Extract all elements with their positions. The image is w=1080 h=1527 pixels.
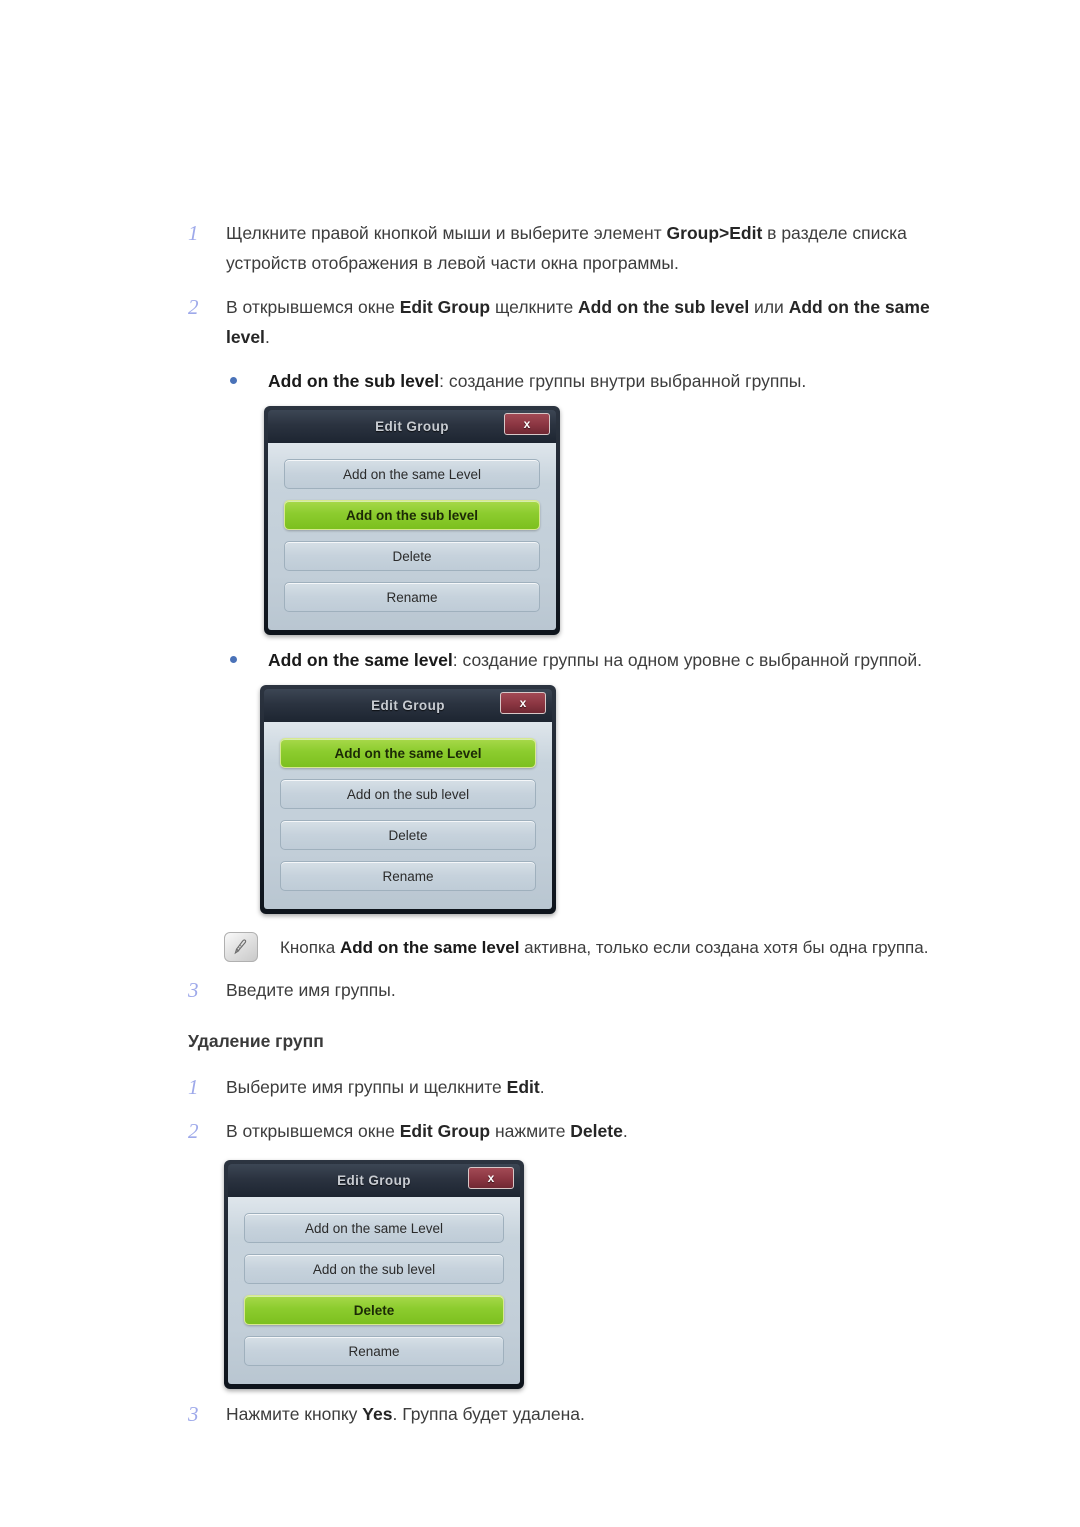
step-item: 2 В открывшемся окне Edit Group щелкните… xyxy=(188,292,980,352)
close-icon[interactable]: x xyxy=(500,692,546,714)
section-heading: Удаление групп xyxy=(188,1031,324,1051)
add-on-same-level-button[interactable]: Add on the same Level xyxy=(280,738,536,768)
close-icon[interactable]: x xyxy=(504,413,550,435)
step-text: Щелкните правой кнопкой мыши и выберите … xyxy=(226,223,907,273)
dialog-title: Edit Group xyxy=(337,1173,411,1188)
step-item: 1 Щелкните правой кнопкой мыши и выберит… xyxy=(188,218,980,278)
step-number: 1 xyxy=(188,1075,199,1099)
close-icon[interactable]: x xyxy=(468,1167,514,1189)
dialog-frame: Edit Group x Add on the same Level Add o… xyxy=(264,406,560,635)
dialog-edit-group-same-level: Edit Group x Add on the same Level Add o… xyxy=(260,685,556,914)
rename-button[interactable]: Rename xyxy=(244,1336,504,1366)
dialog-edit-group-delete: Edit Group x Add on the same Level Add o… xyxy=(224,1160,524,1389)
add-on-same-level-button[interactable]: Add on the same Level xyxy=(284,459,540,489)
dialog-titlebar: Edit Group x xyxy=(268,410,556,443)
add-on-sub-level-button[interactable]: Add on the sub level xyxy=(280,779,536,809)
note-text: Кнопка Add on the same level активна, то… xyxy=(280,938,929,957)
dialog-title: Edit Group xyxy=(375,419,449,434)
bullet-text: Add on the same level: создание группы н… xyxy=(268,650,923,670)
step-number: 3 xyxy=(188,1402,199,1426)
delete-button[interactable]: Delete xyxy=(244,1295,504,1325)
delete-button[interactable]: Delete xyxy=(284,541,540,571)
delete-button[interactable]: Delete xyxy=(280,820,536,850)
step-text: В открывшемся окне Edit Group щелкните A… xyxy=(226,297,930,347)
dialog-edit-group-sub-level: Edit Group x Add on the same Level Add o… xyxy=(264,406,560,635)
dialog-body: Add on the same Level Add on the sub lev… xyxy=(268,443,556,630)
step-text: Введите имя группы. xyxy=(226,980,396,1000)
dialog-titlebar: Edit Group x xyxy=(228,1164,520,1197)
step-text: Нажмите кнопку Yes. Группа будет удалена… xyxy=(226,1404,585,1424)
bullet-dot-icon xyxy=(230,645,268,663)
step-item: 3 Нажмите кнопку Yes. Группа будет удале… xyxy=(188,1399,980,1429)
step-number: 1 xyxy=(188,221,199,245)
step-number: 2 xyxy=(188,295,199,319)
step-text: Выберите имя группы и щелкните Edit. xyxy=(226,1077,545,1097)
dialog-body: Add on the same Level Add on the sub lev… xyxy=(264,722,552,909)
note-callout: Кнопка Add on the same level активна, то… xyxy=(224,932,980,963)
add-on-same-level-button[interactable]: Add on the same Level xyxy=(244,1213,504,1243)
dialog-frame: Edit Group x Add on the same Level Add o… xyxy=(224,1160,524,1389)
step-text: В открывшемся окне Edit Group нажмите De… xyxy=(226,1121,628,1141)
dialog-frame: Edit Group x Add on the same Level Add o… xyxy=(260,685,556,914)
rename-button[interactable]: Rename xyxy=(284,582,540,612)
step-number: 2 xyxy=(188,1119,199,1143)
step-number: 3 xyxy=(188,978,199,1002)
list-item: Add on the sub level: создание группы вн… xyxy=(230,366,980,396)
step-item: 2 В открывшемся окне Edit Group нажмите … xyxy=(188,1116,980,1146)
add-on-sub-level-button[interactable]: Add on the sub level xyxy=(284,500,540,530)
bullet-dot-icon xyxy=(230,366,268,384)
bullet-text: Add on the sub level: создание группы вн… xyxy=(268,371,807,391)
step-item: 3 Введите имя группы. xyxy=(188,975,980,1005)
dialog-titlebar: Edit Group x xyxy=(264,689,552,722)
manual-page: 1 Щелкните правой кнопкой мыши и выберит… xyxy=(0,0,1080,1527)
add-on-sub-level-button[interactable]: Add on the sub level xyxy=(244,1254,504,1284)
rename-button[interactable]: Rename xyxy=(280,861,536,891)
step-item: 1 Выберите имя группы и щелкните Edit. xyxy=(188,1072,980,1102)
note-pencil-icon xyxy=(224,932,258,962)
dialog-body: Add on the same Level Add on the sub lev… xyxy=(228,1197,520,1384)
dialog-title: Edit Group xyxy=(371,698,445,713)
list-item: Add on the same level: создание группы н… xyxy=(230,645,980,675)
